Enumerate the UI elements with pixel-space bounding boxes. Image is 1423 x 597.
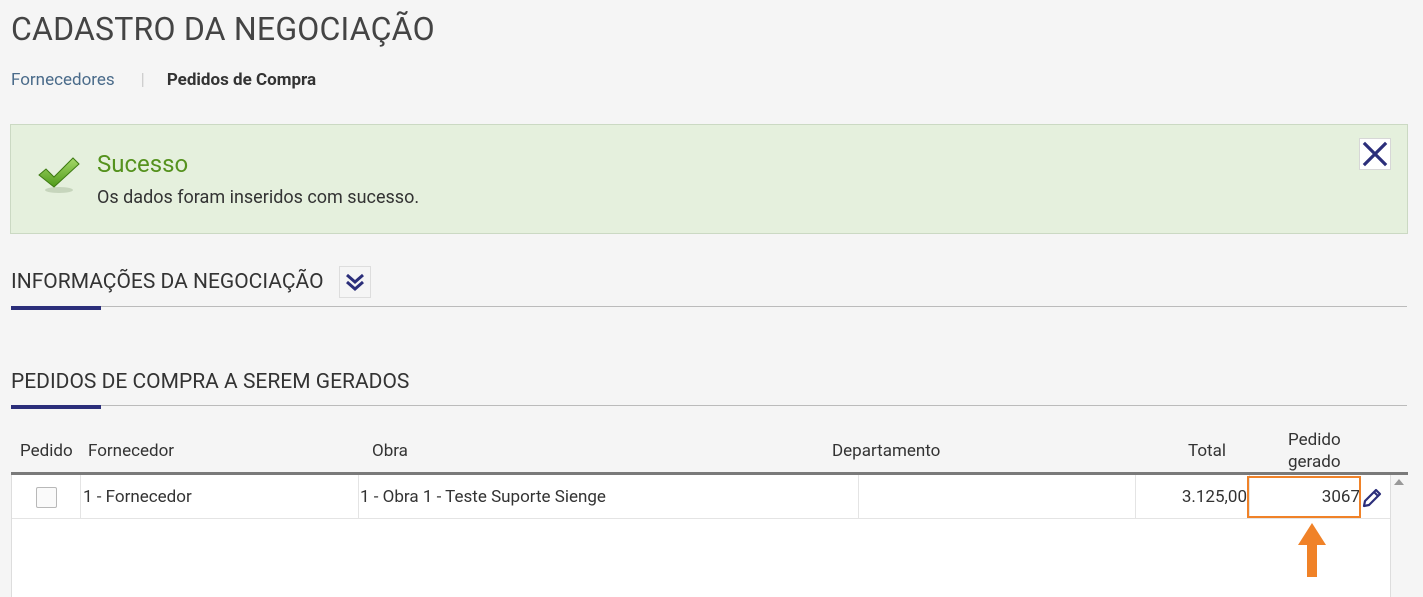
checkmark-icon <box>38 157 80 193</box>
grid-header: Pedido Fornecedor Obra Departamento Tota… <box>11 425 1408 475</box>
page-title: CADASTRO DA NEGOCIAÇÃO <box>11 10 435 48</box>
cell-total: 3.125,00 <box>1136 475 1250 519</box>
cell-fornecedor: 1 - Fornecedor <box>81 475 359 519</box>
breadcrumb-pedidos-de-compra: Pedidos de Compra <box>166 70 317 90</box>
alert-close-button[interactable] <box>1359 138 1391 170</box>
column-header-pedido-gerado-line2[interactable]: gerado <box>1288 452 1341 472</box>
section-toggle-button[interactable] <box>338 266 371 298</box>
scroll-up-arrow-icon[interactable] <box>1394 479 1404 485</box>
close-icon <box>1362 141 1388 167</box>
success-alert: Sucesso Os dados foram inseridos com suc… <box>10 124 1408 234</box>
column-header-obra[interactable]: Obra <box>372 441 408 461</box>
section-title-informacoes: INFORMAÇÕES DA NEGOCIAÇÃO <box>11 270 324 294</box>
table-row[interactable]: 1 - Fornecedor 1 - Obra 1 - Teste Suport… <box>12 475 1390 519</box>
column-header-fornecedor[interactable]: Fornecedor <box>88 441 174 461</box>
section-accent-bar <box>11 405 101 409</box>
column-header-pedido[interactable]: Pedido <box>20 441 73 461</box>
section-informacoes: INFORMAÇÕES DA NEGOCIAÇÃO <box>11 266 1407 310</box>
cell-departamento <box>859 475 1136 519</box>
column-header-departamento[interactable]: Departamento <box>832 441 940 461</box>
up-arrow-annotation-icon <box>1298 523 1326 577</box>
breadcrumb-separator: | <box>140 70 145 90</box>
section-divider <box>11 306 1407 307</box>
row-select-checkbox[interactable] <box>35 486 57 508</box>
double-chevron-down-icon <box>345 273 364 291</box>
cell-obra: 1 - Obra 1 - Teste Suporte Sienge <box>359 475 859 519</box>
alert-message: Os dados foram inseridos com sucesso. <box>97 187 420 208</box>
section-accent-bar <box>11 306 101 310</box>
column-header-total[interactable]: Total <box>1188 441 1226 461</box>
pencil-icon[interactable] <box>1360 486 1384 510</box>
breadcrumb-fornecedores[interactable]: Fornecedores <box>11 70 115 90</box>
grid-scrollbar[interactable] <box>1391 475 1408 597</box>
column-header-pedido-gerado-line1[interactable]: Pedido <box>1288 430 1341 450</box>
section-pedidos: PEDIDOS DE COMPRA A SEREM GERADOS <box>11 370 1407 409</box>
grid-body: 1 - Fornecedor 1 - Obra 1 - Teste Suport… <box>11 475 1391 597</box>
alert-title: Sucesso <box>97 150 189 178</box>
pedido-gerado-highlight <box>1247 476 1361 518</box>
section-divider <box>11 405 1407 406</box>
section-title-pedidos: PEDIDOS DE COMPRA A SEREM GERADOS <box>11 370 410 394</box>
cell-checkbox <box>12 475 81 519</box>
breadcrumb: Fornecedores | Pedidos de Compra <box>11 70 316 90</box>
